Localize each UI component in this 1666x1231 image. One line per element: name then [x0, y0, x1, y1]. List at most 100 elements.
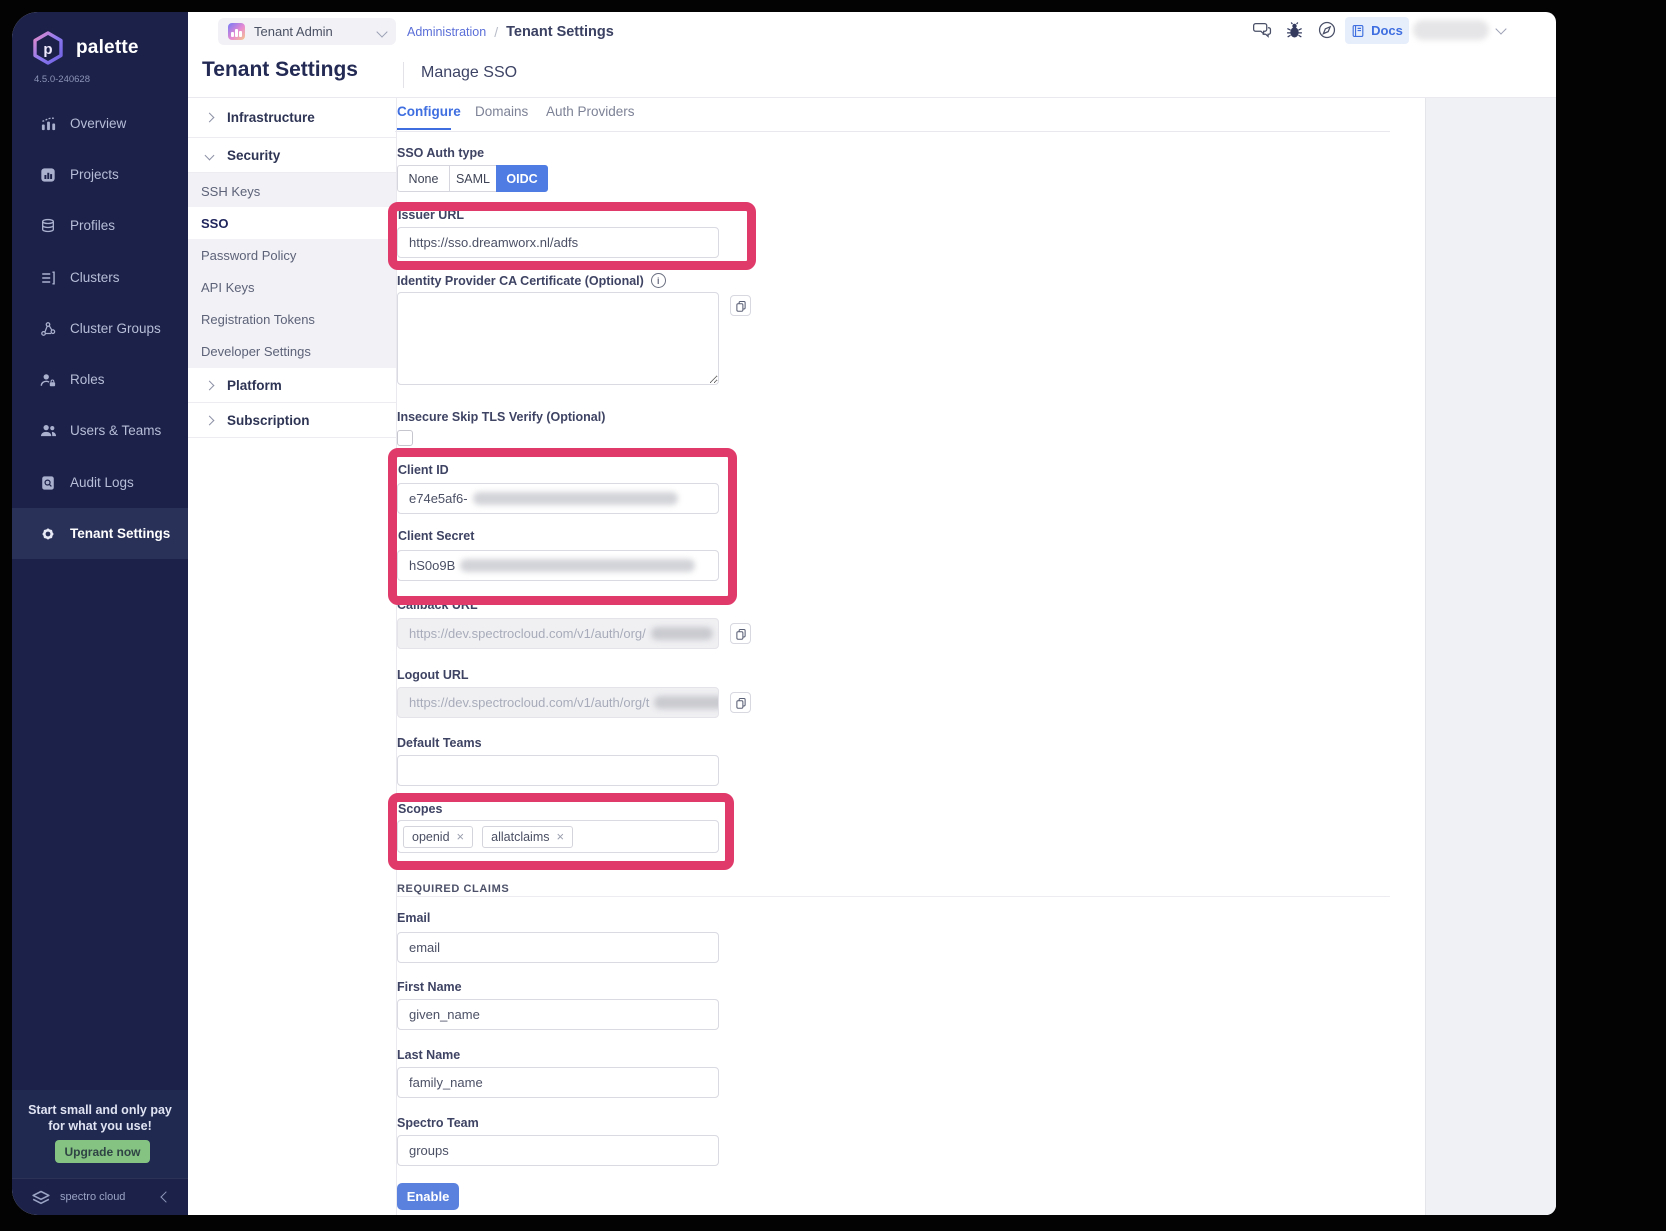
breadcrumb-separator: /	[494, 24, 498, 40]
upgrade-promo: Start small and only pay for what you us…	[12, 1090, 188, 1178]
compass-icon[interactable]	[1317, 20, 1337, 40]
sidebar-item-tenant-settings[interactable]: Tenant Settings	[12, 508, 188, 559]
scope-chip-openid: openid×	[403, 826, 473, 848]
svg-text:p: p	[43, 41, 52, 58]
breadcrumb-administration[interactable]: Administration	[407, 25, 486, 39]
copy-callback-url-button[interactable]	[730, 623, 751, 644]
email-claim-label: Email	[397, 911, 430, 925]
content-right-gutter	[1425, 98, 1556, 1215]
sidebar-item-cluster-groups[interactable]: Cluster Groups	[12, 303, 188, 354]
spectro-team-claim-input[interactable]	[397, 1135, 719, 1166]
logout-url-input: https://dev.spectrocloud.com/v1/auth/org…	[397, 687, 719, 718]
last-name-claim-input[interactable]	[397, 1067, 719, 1098]
skip-tls-checkbox[interactable]	[397, 430, 413, 446]
client-id-input[interactable]: e74e5af6-	[397, 483, 719, 514]
projects-icon	[39, 167, 57, 183]
chip-remove-icon[interactable]: ×	[457, 830, 465, 843]
page-title: Tenant Settings	[202, 58, 358, 82]
sidebar-item-overview[interactable]: Overview	[12, 98, 188, 149]
breadcrumb: Administration / Tenant Settings	[407, 12, 614, 51]
tab-domains[interactable]: Domains	[475, 104, 528, 119]
subnav-item-sso[interactable]: SSO	[188, 207, 396, 239]
scope-chip-allatclaims: allatclaims×	[482, 826, 573, 848]
workspace-selector[interactable]: Tenant Admin	[218, 18, 396, 45]
scopes-label: Scopes	[398, 802, 442, 816]
scopes-input[interactable]: openid× allatclaims×	[397, 820, 719, 853]
auth-option-none[interactable]: None	[397, 165, 450, 192]
chat-icon[interactable]	[1252, 20, 1272, 40]
subnav-item-ssh-keys[interactable]: SSH Keys	[188, 175, 396, 207]
breadcrumb-tenant-settings: Tenant Settings	[506, 24, 614, 40]
auth-option-saml[interactable]: SAML	[449, 165, 497, 192]
subnav-section-subscription[interactable]: Subscription	[188, 403, 396, 438]
default-teams-input[interactable]	[397, 755, 719, 786]
screen: p palette 4.5.0-240628 Overview Projects…	[0, 0, 1666, 1231]
app-window: p palette 4.5.0-240628 Overview Projects…	[12, 12, 1556, 1215]
ca-certificate-textarea[interactable]	[397, 292, 719, 385]
sidebar-item-roles[interactable]: Roles	[12, 354, 188, 405]
auth-option-oidc[interactable]: OIDC	[496, 165, 548, 192]
sidebar-item-projects[interactable]: Projects	[12, 149, 188, 200]
cluster-groups-icon	[39, 321, 57, 337]
sidebar-item-users-teams[interactable]: Users & Teams	[12, 405, 188, 456]
client-id-label: Client ID	[398, 463, 449, 477]
footer-brand-text: spectro cloud	[60, 1191, 154, 1203]
first-name-claim-label: First Name	[397, 980, 462, 994]
last-name-claim-label: Last Name	[397, 1048, 460, 1062]
sidebar-item-clusters[interactable]: Clusters	[12, 252, 188, 303]
info-icon[interactable]: i	[651, 273, 666, 288]
copy-logout-url-button[interactable]	[730, 692, 751, 713]
tab-configure[interactable]: Configure	[397, 104, 461, 119]
roles-icon	[39, 372, 57, 388]
collapse-sidebar-icon[interactable]	[160, 1191, 171, 1202]
upgrade-now-button[interactable]: Upgrade now	[55, 1140, 150, 1163]
brand-name: palette	[76, 37, 139, 59]
sidebar-item-profiles[interactable]: Profiles	[12, 200, 188, 251]
chart-trend-icon	[39, 115, 57, 132]
subnav-item-developer-settings[interactable]: Developer Settings	[188, 335, 396, 367]
copy-ca-certificate-button[interactable]	[730, 295, 751, 316]
chevron-right-icon	[205, 380, 215, 390]
primary-sidebar: p palette 4.5.0-240628 Overview Projects…	[12, 12, 188, 1215]
spectro-team-claim-label: Spectro Team	[397, 1116, 479, 1130]
book-icon	[1351, 24, 1365, 38]
clusters-icon	[39, 270, 57, 286]
users-icon	[39, 422, 57, 439]
user-menu-chevron-icon[interactable]	[1495, 23, 1506, 34]
redacted-text	[473, 492, 678, 505]
settings-subnav: Infrastructure Security SSH Keys SSO Pas…	[188, 98, 397, 1215]
copy-icon	[735, 628, 747, 640]
redacted-text	[651, 627, 713, 640]
gear-icon	[39, 526, 57, 542]
title-divider	[403, 62, 404, 88]
palette-logo-icon: p	[30, 30, 66, 66]
logout-url-label: Logout URL	[397, 668, 469, 682]
client-secret-input[interactable]: hS0o9B	[397, 550, 719, 581]
subnav-section-security[interactable]: Security	[188, 138, 396, 173]
subnav-section-platform[interactable]: Platform	[188, 368, 396, 403]
bug-icon[interactable]	[1284, 20, 1304, 40]
layers-icon	[39, 218, 57, 234]
tabs-divider	[395, 131, 1390, 132]
active-tab-underline	[397, 128, 451, 130]
copy-icon	[735, 300, 747, 312]
issuer-url-input[interactable]	[397, 227, 719, 258]
tab-auth-providers[interactable]: Auth Providers	[546, 104, 635, 119]
promo-text-line1: Start small and only pay	[12, 1102, 188, 1118]
app-version: 4.5.0-240628	[34, 74, 90, 85]
email-claim-input[interactable]	[397, 932, 719, 963]
docs-button[interactable]: Docs	[1345, 17, 1409, 44]
sidebar-item-audit-logs[interactable]: Audit Logs	[12, 457, 188, 508]
enable-button[interactable]: Enable	[397, 1183, 459, 1210]
first-name-claim-input[interactable]	[397, 999, 719, 1030]
user-name-redacted[interactable]	[1413, 20, 1489, 40]
subnav-item-password-policy[interactable]: Password Policy	[188, 239, 396, 271]
callback-url-label: Callback URL	[397, 598, 478, 612]
subnav-item-api-keys[interactable]: API Keys	[188, 271, 396, 303]
subnav-item-registration-tokens[interactable]: Registration Tokens	[188, 303, 396, 335]
subnav-section-infrastructure[interactable]: Infrastructure	[188, 98, 396, 138]
chip-remove-icon[interactable]: ×	[557, 830, 565, 843]
required-claims-header: REQUIRED CLAIMS	[397, 883, 509, 895]
sso-auth-type-label: SSO Auth type	[397, 146, 484, 160]
brand-logo: p palette	[30, 30, 139, 66]
